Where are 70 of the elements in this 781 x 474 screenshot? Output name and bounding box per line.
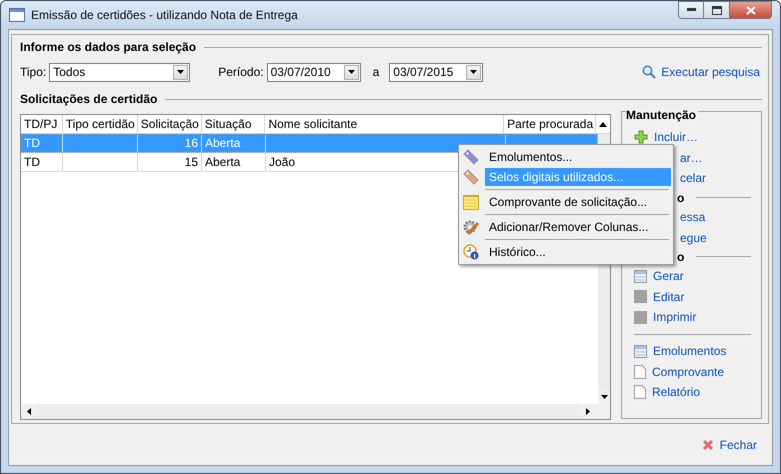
maximize-icon [712, 6, 722, 14]
panel-subheading: o [677, 190, 684, 205]
table-cell: 15 [184, 155, 198, 169]
between-label: a [372, 65, 380, 79]
sort-arrow-icon [599, 122, 608, 126]
periodo-label: Período: [218, 65, 264, 79]
square-icon [634, 310, 647, 324]
table-icon [634, 270, 647, 283]
column-header[interactable]: Solicitação [138, 115, 202, 133]
table-cell: Aberta [205, 155, 240, 169]
panel-link[interactable]: Imprimir [653, 310, 696, 324]
table-cell: TD [24, 136, 40, 150]
panel-link[interactable]: Incluir… [654, 130, 698, 144]
table-cell: 16 [184, 136, 198, 150]
panel-link[interactable]: ar… [680, 150, 703, 165]
panel-link[interactable]: egue [680, 230, 707, 245]
date-to-field[interactable]: 03/07/2015 [389, 62, 484, 82]
table-cell: TD [24, 155, 40, 169]
document-icon [634, 364, 646, 379]
panel-heading: Manutenção [626, 108, 698, 122]
dropdown-arrow-icon [470, 70, 478, 74]
maximize-button[interactable] [704, 1, 730, 19]
minimize-button[interactable] [678, 1, 704, 19]
horizontal-scrollbar[interactable] [21, 404, 610, 419]
close-link[interactable]: Fechar [720, 438, 757, 452]
menu-item[interactable]: Histórico... [461, 242, 671, 262]
table-cell: Aberta [205, 136, 240, 150]
column-header[interactable]: Situação [202, 115, 266, 133]
minimize-icon [686, 8, 696, 12]
panel-subheading: o [677, 250, 684, 264]
column-header[interactable]: Tipo certidão [62, 115, 138, 133]
scroll-down-icon [600, 394, 608, 398]
panel-link[interactable]: Emolumentos [653, 344, 726, 358]
column-header[interactable]: TD/PJ [21, 115, 63, 133]
panel-link[interactable]: Editar [653, 290, 684, 304]
close-icon [746, 6, 756, 14]
tag-icon [463, 169, 479, 185]
document-icon [634, 385, 646, 400]
panel-link[interactable]: celar [680, 171, 706, 186]
window-icon [9, 8, 25, 22]
panel-link[interactable]: Comprovante [652, 364, 724, 379]
dropdown-arrow-icon [348, 70, 355, 74]
panel-link[interactable]: Gerar [653, 269, 684, 284]
notepad-icon [463, 194, 479, 210]
clock-info-icon [463, 244, 479, 260]
column-header[interactable]: Parte procurada [504, 115, 596, 133]
tipo-label: Tipo: [20, 65, 46, 79]
scroll-left-icon [26, 408, 30, 415]
section-heading: Informe os dados para seleção [20, 40, 196, 54]
tag-icon [463, 149, 479, 165]
scroll-right-icon [586, 408, 590, 415]
close-button[interactable] [730, 1, 772, 19]
gear-pencil-icon [463, 219, 479, 235]
table-icon [634, 344, 647, 358]
column-header[interactable]: Nome solicitante [265, 115, 504, 133]
panel-link[interactable]: Relatório [652, 385, 700, 400]
menu-item[interactable]: Adicionar/Remover Colunas... [461, 217, 671, 237]
panel-link[interactable]: essa [680, 210, 706, 224]
menu-item[interactable]: Comprovante de solicitação... [461, 192, 671, 212]
close-x-icon [702, 438, 714, 450]
search-link[interactable]: Executar pesquisa [661, 65, 760, 79]
date-from-field[interactable]: 03/07/2010 [266, 62, 361, 82]
section-heading: Solicitações de certidão [20, 92, 158, 106]
tipo-dropdown[interactable]: Todos [49, 62, 190, 82]
dropdown-arrow-icon [177, 70, 184, 74]
window-title: Emissão de certidões - utilizando Nota de Entrega [31, 8, 298, 22]
search-icon [642, 65, 656, 79]
square-icon [634, 290, 647, 304]
table-cell: João [269, 155, 296, 169]
plus-icon [634, 130, 648, 144]
